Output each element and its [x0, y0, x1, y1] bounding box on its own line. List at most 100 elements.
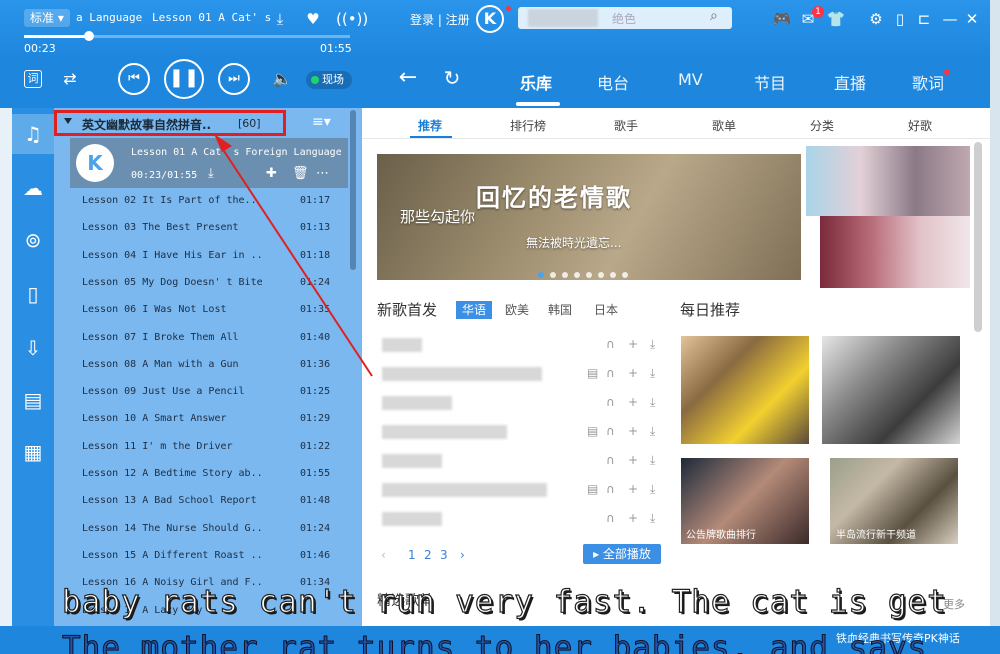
download-icon[interactable]: ⤓ [650, 424, 655, 439]
playlist-song-row[interactable]: Lesson 07 I Broke Them All 01:40 [82, 328, 342, 352]
mini-mode-icon[interactable]: ⊏ [914, 9, 934, 29]
pixelated-thumbnail[interactable] [820, 216, 970, 288]
pixelated-cover[interactable] [681, 336, 809, 444]
playlist-song-row[interactable]: Lesson 08 A Man with a Gun 01:36 [82, 355, 342, 379]
subtab-recommend[interactable]: 推荐 [418, 117, 442, 134]
playlist-song-row[interactable]: Lesson 05 My Dog Doesn' t Bite 01:24 [82, 273, 342, 297]
loop-mode-icon[interactable]: ⇄ [60, 69, 80, 89]
game-icon[interactable]: 🎮 [772, 9, 792, 29]
mv-icon[interactable]: ▤ [587, 482, 598, 496]
playlist-song-row[interactable]: Lesson 15 A Different Roast .. 01:46 [82, 546, 342, 570]
add-icon[interactable]: + [628, 424, 638, 438]
headphones-icon[interactable]: ∩ [606, 511, 615, 525]
playlist-song-row[interactable]: Lesson 13 A Bad School Report 01:48 [82, 491, 342, 515]
cloud-icon[interactable]: ☁ [12, 168, 54, 208]
phone-icon[interactable]: ▯ [12, 274, 54, 314]
headphones-icon[interactable]: ∩ [606, 395, 615, 409]
subtab-categories[interactable]: 分类 [810, 117, 834, 134]
search-icon[interactable]: ⌕ [710, 8, 718, 24]
nav-tab-radio[interactable]: 电台 [597, 70, 629, 94]
mv-icon[interactable]: ▤ [587, 424, 598, 438]
playlist-song-row[interactable]: Lesson 04 I Have His Ear in .. 01:18 [82, 246, 342, 270]
previous-button[interactable]: ⏮ [118, 63, 150, 95]
blurred-song-name[interactable] [382, 483, 547, 497]
pager-page-2[interactable]: 2 [424, 548, 432, 562]
nav-tab-live[interactable]: 直播 [834, 70, 866, 94]
subtab-charts[interactable]: 排行榜 [510, 117, 546, 134]
playlist-menu-icon[interactable]: ≡▾ [312, 114, 331, 130]
pause-button[interactable]: ❚❚ [164, 59, 204, 99]
blurred-song-name[interactable] [382, 367, 542, 381]
subtab-singers[interactable]: 歌手 [614, 117, 638, 134]
pager-prev[interactable]: ‹ [381, 548, 386, 562]
heart-icon[interactable]: ♥ [303, 9, 323, 29]
download-icon[interactable]: ⤓ [650, 482, 655, 497]
playlist-song-row[interactable]: Lesson 03 The Best Present 01:13 [82, 218, 342, 242]
apps-grid-icon[interactable]: ▦ [12, 432, 54, 472]
pager-next[interactable]: › [460, 548, 465, 562]
nav-tab-lyrics[interactable]: 歌词 [912, 70, 944, 94]
pixelated-cover[interactable] [822, 336, 960, 444]
lang-japanese[interactable]: 日本 [594, 301, 618, 318]
back-arrow-icon[interactable]: ← [398, 67, 418, 89]
delete-icon[interactable]: 🗑 [292, 166, 309, 181]
download-icon[interactable]: ⤓ [650, 511, 655, 526]
lang-korean[interactable]: 韩国 [548, 301, 572, 318]
pixelated-thumbnail[interactable] [806, 146, 970, 216]
headphones-icon[interactable]: ∩ [606, 424, 615, 438]
pager-page-1[interactable]: 1 [408, 548, 416, 562]
blurred-song-name[interactable] [382, 425, 507, 439]
download-icon[interactable]: ⤓ [650, 395, 655, 410]
add-icon[interactable]: + [628, 511, 638, 525]
add-icon[interactable]: + [628, 482, 638, 496]
blurred-song-name[interactable] [382, 454, 442, 468]
add-icon[interactable]: + [628, 337, 638, 351]
add-icon[interactable]: + [628, 453, 638, 467]
play-all-button[interactable]: ▸ 全部播放 [583, 544, 661, 564]
playlist-scrollbar[interactable] [350, 110, 356, 270]
playlist-song-row[interactable]: Lesson 10 A Smart Answer 01:29 [82, 409, 342, 433]
login-register-link[interactable]: 登录 | 注册 [410, 11, 470, 28]
playlist-song-row[interactable]: Lesson 11 I' m the Driver 01:22 [82, 437, 342, 461]
radio-signal-icon[interactable]: ⊚ [12, 220, 54, 260]
subtab-playlists[interactable]: 歌单 [712, 117, 736, 134]
playlist-song-row[interactable]: Lesson 14 The Nurse Should G.. 01:24 [82, 519, 342, 543]
music-note-icon[interactable]: ♫ [12, 114, 54, 154]
nav-tab-mv[interactable]: MV [678, 70, 703, 89]
blurred-song-name[interactable] [382, 338, 422, 352]
volume-icon[interactable]: 🔈 [272, 69, 292, 89]
local-music-icon[interactable]: ▤ [12, 380, 54, 420]
blurred-song-name[interactable] [382, 396, 452, 410]
kugou-logo[interactable]: K [476, 5, 504, 33]
headphones-icon[interactable]: ∩ [606, 337, 615, 351]
add-icon[interactable]: + [628, 366, 638, 380]
banner-pager[interactable] [538, 267, 634, 281]
settings-icon[interactable]: ⚙ [866, 9, 886, 29]
playlist-song-row[interactable]: Lesson 02 It Is Part of the.. 01:17 [82, 191, 342, 215]
headphones-icon[interactable]: ∩ [606, 482, 615, 496]
download-tray-icon[interactable]: ⇩ [12, 328, 54, 368]
next-button[interactable]: ⏭ [218, 63, 250, 95]
refresh-icon[interactable]: ↻ [442, 68, 462, 88]
lang-chinese[interactable]: 华语 [456, 301, 493, 319]
playlist-song-row[interactable]: Lesson 06 I Was Not Lost 01:35 [82, 300, 342, 324]
download-icon[interactable]: ⤓ [270, 9, 290, 29]
nav-tab-shows[interactable]: 节目 [754, 70, 786, 94]
main-scrollbar[interactable] [974, 142, 982, 332]
headphones-icon[interactable]: ∩ [606, 453, 615, 467]
subtab-good-songs[interactable]: 好歌 [908, 117, 932, 134]
add-icon[interactable]: ✚ [266, 166, 277, 181]
headphones-icon[interactable]: ∩ [606, 366, 615, 380]
lang-western[interactable]: 欧美 [505, 301, 529, 318]
playlist-song-row[interactable]: Lesson 12 A Bedtime Story ab.. 01:55 [82, 464, 342, 488]
broadcast-icon[interactable]: ((•)) [336, 9, 368, 29]
skin-icon[interactable]: 👕 [826, 9, 846, 29]
download-icon[interactable]: ⤓ [650, 337, 655, 352]
download-icon[interactable]: ⤓ [208, 166, 214, 181]
live-mode-toggle[interactable]: 现场 [306, 71, 352, 89]
close-icon[interactable]: ✕ [962, 9, 982, 29]
download-icon[interactable]: ⤓ [650, 366, 655, 381]
minimize-icon[interactable]: — [940, 9, 960, 29]
lyrics-icon[interactable]: 词 [24, 70, 42, 88]
nav-tab-library[interactable]: 乐库 [520, 70, 552, 94]
